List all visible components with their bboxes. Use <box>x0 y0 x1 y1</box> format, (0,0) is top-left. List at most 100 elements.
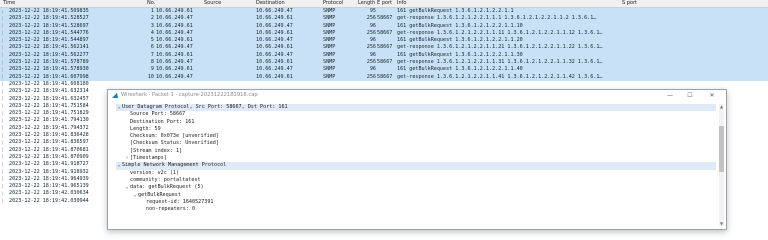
source-cell: 10.66.249.61 <box>156 8 193 14</box>
packet-row[interactable]: │ 2023-12-22 18:19:41.528697 3 10.66.249.61… <box>0 22 768 30</box>
detail-line[interactable]: request-id: 1640527391 <box>116 199 716 206</box>
packet-row[interactable]: │ 2023-12-22 18:19:41.562277 7 10.66.249.61… <box>0 51 768 60</box>
detail-line[interactable]: ⌄User Datagram Protocol, Src Port: 58667… <box>116 104 716 112</box>
number-cell: 1 <box>150 8 154 14</box>
scroll-down-icon[interactable]: ▼ <box>719 221 724 226</box>
time-cell: 2023-12-22 18:19:41.836428 <box>9 132 89 139</box>
detail-text: version: v2c (1) <box>130 169 180 176</box>
packet-row[interactable]: │ 2023-12-22 18:19:41.578789 8 10.66.249.47… <box>0 59 768 67</box>
packet-row[interactable]: ┌ 2023-12-22 18:19:41.509835 1 10.66.249.61… <box>0 8 768 16</box>
column-header[interactable]: S port <box>622 0 637 7</box>
length-cell: 96 <box>369 37 376 44</box>
destination-cell: 10.66.249.61 <box>256 44 293 51</box>
detail-line[interactable]: [Checksum Status: Unverified] <box>116 140 716 147</box>
column-header[interactable]: Source <box>204 0 221 7</box>
packet-row[interactable]: │ 2023-12-22 18:19:41.608180 <box>0 80 768 89</box>
time-cell: 2023-12-22 18:19:42.030944 <box>9 197 89 204</box>
sport-cell: 58667 <box>377 44 393 51</box>
time-cell: 2023-12-22 18:19:41.578930 <box>9 66 89 73</box>
source-cell: 10.66.249.61 <box>156 37 193 44</box>
protocol-cell: SNMP <box>323 66 336 73</box>
packet-row[interactable]: │ 2023-12-22 18:19:41.578930 9 10.66.249.61… <box>0 66 768 74</box>
detail-line[interactable]: ⌄data: getBulkRequest (5) <box>116 184 716 191</box>
protocol-cell: SNMP <box>323 8 336 14</box>
time-cell: 2023-12-22 18:19:41.870681 <box>9 146 89 153</box>
detail-line[interactable]: ⌄Simple Network Management Protocol <box>116 162 716 170</box>
length-cell: 256 <box>366 29 376 36</box>
time-cell: 2023-12-22 18:19:41.751584 <box>9 102 89 109</box>
time-cell: 2023-12-22 18:19:41.509835 <box>9 8 89 14</box>
protocol-cell: SNMP <box>323 15 336 22</box>
column-header[interactable]: Protocol <box>323 0 343 7</box>
detail-line[interactable]: Length: 59 <box>116 126 716 133</box>
time-cell: 2023-12-22 18:19:41.528527 <box>9 15 89 22</box>
detail-line[interactable]: [Stream index: 1] <box>116 148 716 155</box>
packet-row[interactable]: │ 2023-12-22 18:19:41.544776 4 10.66.249.47… <box>0 29 768 38</box>
time-cell: 2023-12-22 18:19:41.608180 <box>9 80 89 87</box>
details-scrollbar[interactable]: ▲ ▼ <box>719 104 724 226</box>
maximize-button[interactable]: ☐ <box>680 90 700 101</box>
column-header[interactable]: Info <box>397 0 406 7</box>
column-header[interactable]: Length <box>358 0 375 7</box>
protocol-cell: SNMP <box>323 37 336 44</box>
info-cell: 161 getBulkRequest 1.3.6.1.2.1.2.2.1.1.4… <box>397 66 523 73</box>
time-cell: 2023-12-22 18:19:41.870909 <box>9 153 89 160</box>
source-cell: 10.66.249.61 <box>156 51 193 58</box>
detail-line[interactable]: ⌄getBulkRequest <box>116 192 716 199</box>
packet-detail-window: Wireshark · Packet 1 · capture-202312221… <box>107 89 727 230</box>
detail-text: getBulkRequest <box>138 191 181 198</box>
detail-line[interactable]: ›[Timestamps] <box>116 155 716 162</box>
number-cell: 3 <box>150 22 154 29</box>
info-cell: get-response 1.3.6.1.2.1.2.2.1.1.41 1.3.… <box>397 73 603 80</box>
window-title: Wireshark · Packet 1 · capture-202312221… <box>121 92 258 98</box>
number-cell: 5 <box>150 37 154 44</box>
time-cell: 2023-12-22 18:19:41.751829 <box>9 110 89 117</box>
column-header[interactable]: Time <box>3 0 15 7</box>
source-cell: 10.66.249.47 <box>156 73 193 80</box>
time-cell: 2023-12-22 18:19:41.544776 <box>9 29 89 36</box>
source-cell: 10.66.249.47 <box>156 29 193 36</box>
detail-line[interactable]: non-repeaters: 0 <box>116 206 716 213</box>
related-packet-icon: ┌ <box>1 8 4 14</box>
column-header[interactable]: No. <box>147 0 155 7</box>
destination-cell: 10.66.249.47 <box>256 66 293 73</box>
time-cell: 2023-12-22 18:19:42.030634 <box>9 190 89 197</box>
related-packet-icon: │ <box>1 37 4 43</box>
time-cell: 2023-12-22 18:19:41.544897 <box>9 37 89 44</box>
column-header[interactable]: E port <box>377 0 392 7</box>
source-cell: 10.66.249.61 <box>156 66 193 73</box>
time-cell: 2023-12-22 18:19:41.562277 <box>9 51 89 58</box>
packet-row[interactable]: │ 2023-12-22 18:19:41.528527 2 10.66.249.47… <box>0 15 768 23</box>
packet-row[interactable]: │ 2023-12-22 18:19:41.544897 5 10.66.249.61… <box>0 37 768 45</box>
detail-line[interactable]: Checksum: 0x073e [unverified] <box>116 133 716 140</box>
column-header[interactable]: Destination <box>256 0 285 7</box>
packet-row[interactable]: │ 2023-12-22 18:19:41.607998 10 10.66.249.4… <box>0 73 768 81</box>
time-cell: 2023-12-22 18:19:41.578789 <box>9 59 89 66</box>
packet-details-tree[interactable]: ⌄User Datagram Protocol, Src Port: 58667… <box>116 104 716 229</box>
detail-text: Simple Network Management Protocol <box>122 162 227 169</box>
detail-text: request-id: 1640527391 <box>146 198 214 205</box>
time-cell: 2023-12-22 18:19:41.632457 <box>9 95 89 102</box>
related-packet-icon: │ <box>1 52 4 58</box>
related-packet-icon: │ <box>1 81 4 87</box>
detail-line[interactable]: community: portaltatest <box>116 177 716 184</box>
detail-line[interactable]: Destination Port: 161 <box>116 119 716 126</box>
minimize-button[interactable]: — <box>660 90 680 101</box>
window-titlebar[interactable]: Wireshark · Packet 1 · capture-202312221… <box>108 90 726 101</box>
info-cell: get-response 1.3.6.1.2.1.2.2.1.1.21 1.3.… <box>397 44 603 51</box>
close-button[interactable]: ✕ <box>702 90 722 101</box>
related-packet-icon: │ <box>1 44 4 50</box>
scroll-up-icon[interactable]: ▲ <box>719 104 724 109</box>
related-packet-icon: │ <box>1 110 4 116</box>
number-cell: 10 <box>147 73 154 80</box>
destination-cell: 10.66.249.61 <box>256 29 293 36</box>
detail-line[interactable]: version: v2c (1) <box>116 170 716 177</box>
related-packet-icon: │ <box>1 139 4 145</box>
number-cell: 8 <box>150 59 154 66</box>
packet-row[interactable]: │ 2023-12-22 18:19:41.562141 6 10.66.249.47… <box>0 44 768 52</box>
related-packet-icon: │ <box>1 147 4 153</box>
detail-line[interactable]: Source Port: 58667 <box>116 111 716 118</box>
scrollbar-thumb[interactable] <box>719 126 724 172</box>
detail-text: data: getBulkRequest (5) <box>130 184 204 191</box>
time-cell: 2023-12-22 18:19:41.964939 <box>9 175 89 182</box>
